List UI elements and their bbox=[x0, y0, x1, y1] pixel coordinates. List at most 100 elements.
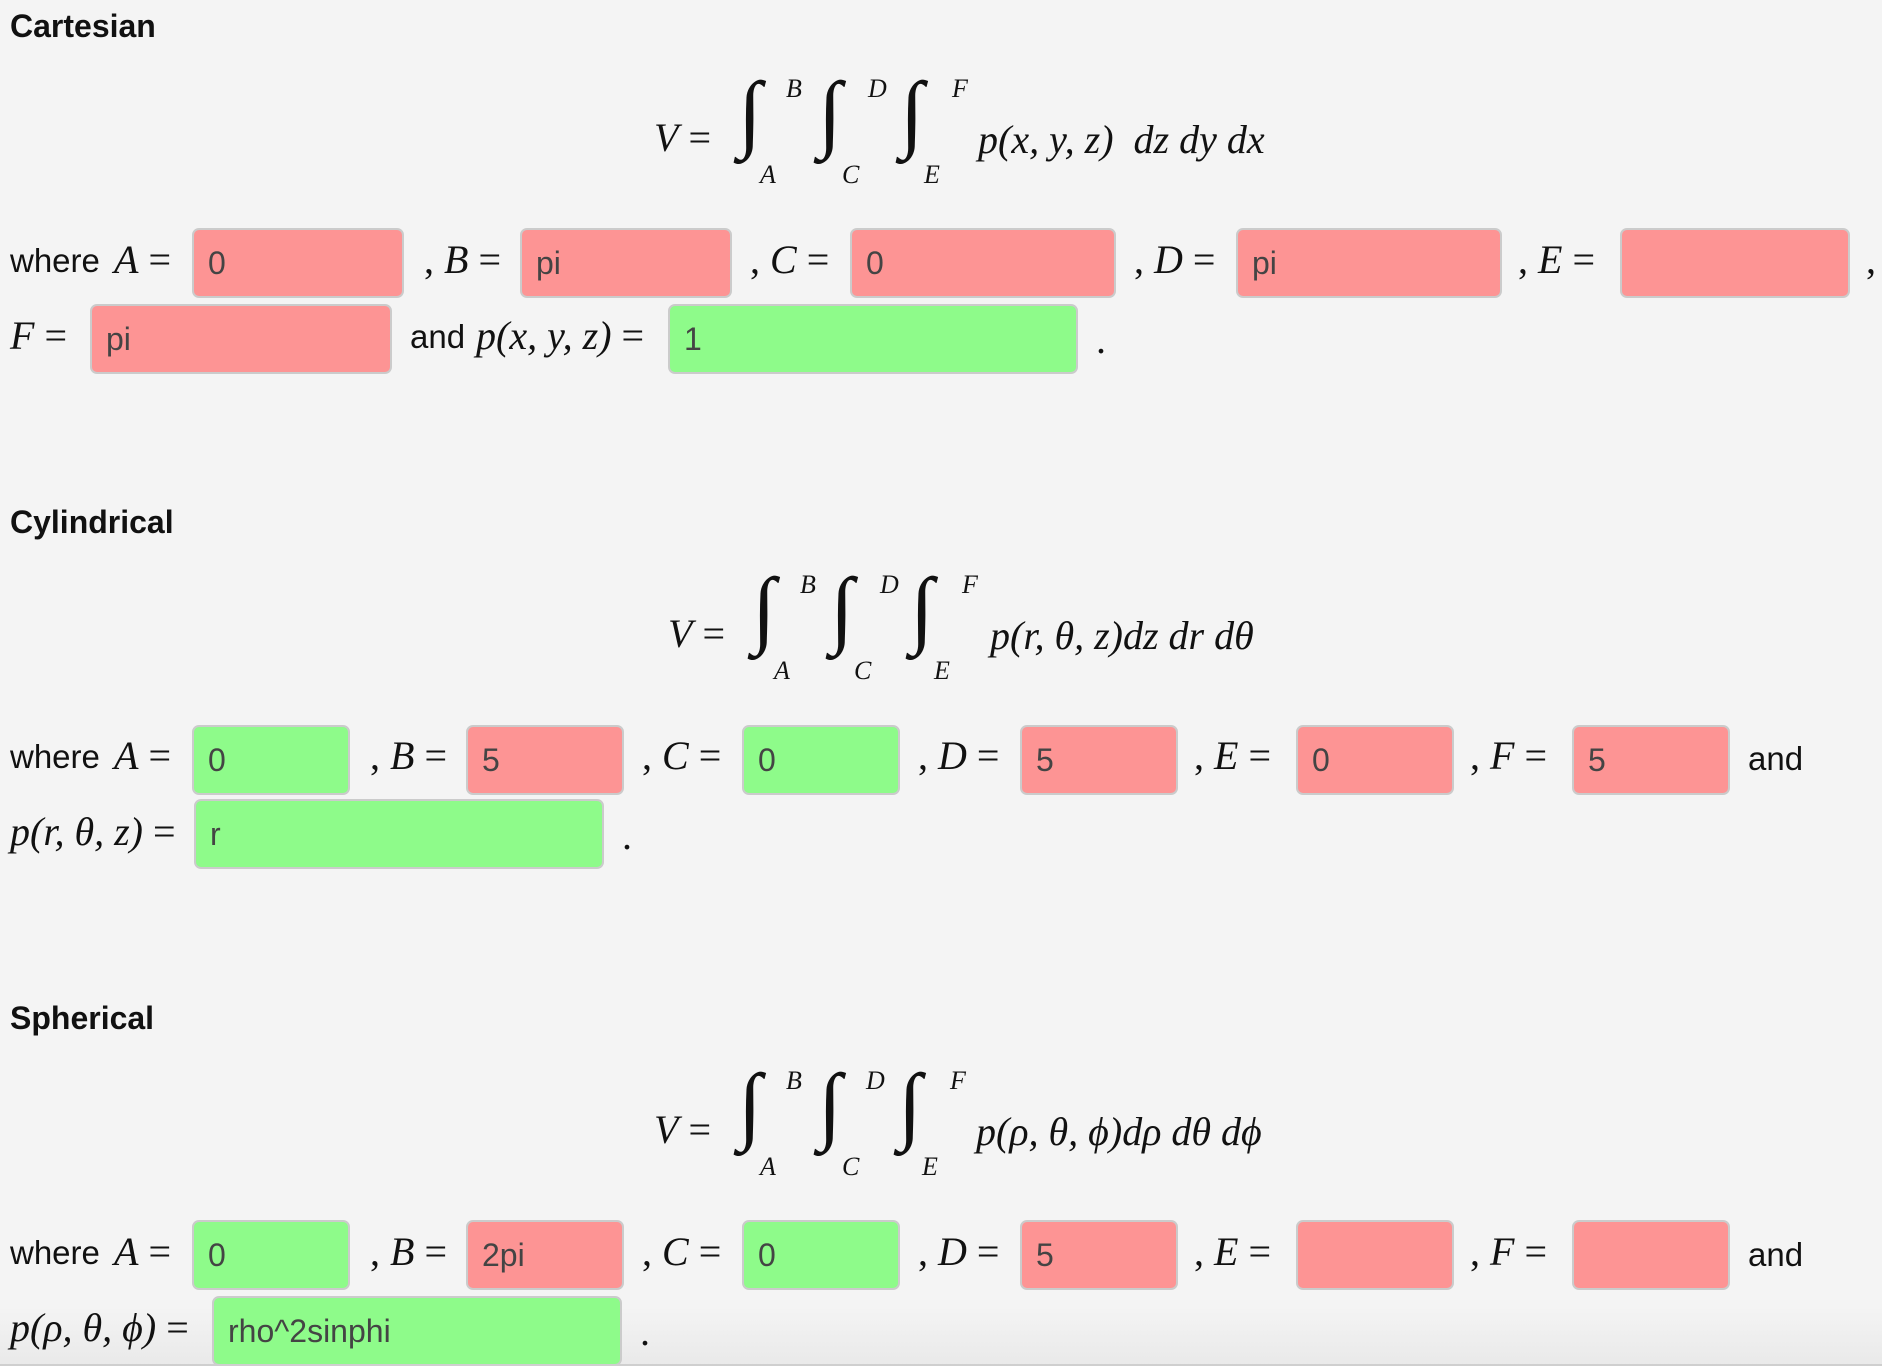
lower-limit-c: C bbox=[842, 160, 860, 189]
formula-lhs: V = bbox=[654, 1106, 711, 1153]
spherical-c-input[interactable] bbox=[742, 1220, 900, 1290]
comma: , bbox=[1518, 237, 1528, 282]
label-f: , F = bbox=[1470, 1228, 1547, 1275]
period: . bbox=[640, 1309, 650, 1354]
integral-sign: ∫ bbox=[818, 1056, 842, 1152]
formula-lhs: V = bbox=[654, 114, 711, 161]
section-title-cylindrical: Cylindrical bbox=[10, 504, 174, 540]
var-d: D bbox=[938, 1229, 967, 1274]
upper-limit-f: F bbox=[950, 1066, 966, 1095]
cartesian-b-input[interactable] bbox=[520, 228, 732, 298]
var-p: p(r, θ, z) bbox=[10, 809, 143, 854]
upper-limit-b: B bbox=[800, 570, 816, 599]
var-b: B bbox=[444, 237, 469, 282]
cartesian-d-input[interactable] bbox=[1236, 228, 1502, 298]
upper-limit-d: D bbox=[866, 1066, 885, 1095]
integrand: p(ρ, θ, ϕ)dρ dθ dϕ bbox=[976, 1109, 1262, 1154]
equals: = bbox=[976, 1229, 1000, 1274]
comma: , bbox=[750, 237, 760, 282]
formula-eq: = bbox=[688, 1107, 711, 1152]
equals: = bbox=[1572, 237, 1595, 282]
period: . bbox=[1096, 317, 1106, 362]
integral-sign: ∫ bbox=[818, 64, 842, 160]
and-label: and bbox=[410, 318, 466, 355]
spherical-p-input[interactable] bbox=[212, 1296, 622, 1366]
integrand: p(x, y, z) dz dy dx bbox=[978, 117, 1265, 162]
var-c: C bbox=[662, 733, 689, 778]
equals: = bbox=[621, 313, 645, 358]
label-e: , E = bbox=[1518, 236, 1595, 283]
spherical-e-input[interactable] bbox=[1296, 1220, 1454, 1290]
integral-sign: ∫ bbox=[900, 64, 924, 160]
lower-limit-c: C bbox=[854, 656, 872, 685]
upper-limit-f: F bbox=[952, 74, 968, 103]
cartesian-p-input[interactable] bbox=[668, 304, 1078, 374]
comma: , bbox=[1470, 733, 1480, 778]
formula-v: V bbox=[654, 1107, 679, 1152]
label-p: p(r, θ, z) = bbox=[10, 808, 176, 855]
spherical-b-input[interactable] bbox=[466, 1220, 624, 1290]
label-p: p(x, y, z) = bbox=[476, 312, 644, 359]
var-e: E bbox=[1538, 237, 1563, 282]
integral-sign: ∫ bbox=[752, 560, 776, 656]
cylindrical-a-input[interactable] bbox=[192, 725, 350, 795]
lower-limit-a: A bbox=[760, 1152, 776, 1181]
integral-sign: ∫ bbox=[898, 1056, 922, 1152]
lower-limit-e: E bbox=[934, 656, 950, 685]
lower-limit-a: A bbox=[774, 656, 790, 685]
label-c: , C = bbox=[642, 1228, 721, 1275]
period: . bbox=[622, 813, 632, 858]
comma: , bbox=[918, 733, 928, 778]
cylindrical-c-input[interactable] bbox=[742, 725, 900, 795]
label-e: , E = bbox=[1194, 1228, 1271, 1275]
label-a: A = bbox=[114, 236, 171, 283]
and-label: and bbox=[1748, 1236, 1804, 1273]
var-p: p(ρ, θ, ϕ) bbox=[10, 1305, 157, 1350]
equals: = bbox=[424, 1229, 447, 1274]
cylindrical-p-input[interactable] bbox=[194, 799, 604, 869]
comma: , bbox=[642, 733, 652, 778]
label-e: , E = bbox=[1194, 732, 1271, 779]
upper-limit-b: B bbox=[786, 74, 802, 103]
lower-limit-a: A bbox=[760, 160, 776, 189]
label-p: p(ρ, θ, ϕ) = bbox=[10, 1304, 189, 1351]
spherical-a-input[interactable] bbox=[192, 1220, 350, 1290]
formula-cartesian: V = ∫ B A ∫ D C ∫ F E p(x, y, z) dz dy d… bbox=[650, 64, 1300, 200]
integral-sign: ∫ bbox=[910, 560, 934, 656]
formula-eq: = bbox=[688, 115, 711, 160]
label-d: , D = bbox=[1134, 236, 1215, 283]
equals: = bbox=[1524, 733, 1547, 778]
formula-v: V bbox=[654, 115, 679, 160]
formula-lhs: V = bbox=[668, 610, 725, 657]
equals: = bbox=[148, 237, 171, 282]
var-a: A bbox=[114, 733, 139, 778]
var-f: F bbox=[1490, 733, 1515, 778]
equals: = bbox=[1192, 237, 1216, 282]
label-d: , D = bbox=[918, 732, 999, 779]
cylindrical-b-input[interactable] bbox=[466, 725, 624, 795]
cartesian-a-input[interactable] bbox=[192, 228, 404, 298]
integral-sign: ∫ bbox=[738, 64, 762, 160]
equals: = bbox=[148, 1229, 171, 1274]
label-a: A = bbox=[114, 732, 171, 779]
cartesian-c-input[interactable] bbox=[850, 228, 1116, 298]
cylindrical-e-input[interactable] bbox=[1296, 725, 1454, 795]
cylindrical-d-input[interactable] bbox=[1020, 725, 1178, 795]
cylindrical-f-input[interactable] bbox=[1572, 725, 1730, 795]
comma: , bbox=[642, 1229, 652, 1274]
comma: , bbox=[370, 1229, 380, 1274]
upper-limit-d: D bbox=[880, 570, 899, 599]
integral-sign: ∫ bbox=[738, 1056, 762, 1152]
spherical-f-input[interactable] bbox=[1572, 1220, 1730, 1290]
equals: = bbox=[1248, 733, 1271, 778]
label-c: , C = bbox=[750, 236, 829, 283]
var-e: E bbox=[1214, 733, 1239, 778]
comma: , bbox=[1134, 237, 1144, 282]
equals: = bbox=[1248, 1229, 1271, 1274]
cartesian-e-input[interactable] bbox=[1620, 228, 1850, 298]
formula-eq: = bbox=[702, 611, 725, 656]
cartesian-f-input[interactable] bbox=[90, 304, 392, 374]
where-label: where bbox=[10, 242, 100, 279]
comma: , bbox=[1194, 733, 1204, 778]
spherical-d-input[interactable] bbox=[1020, 1220, 1178, 1290]
